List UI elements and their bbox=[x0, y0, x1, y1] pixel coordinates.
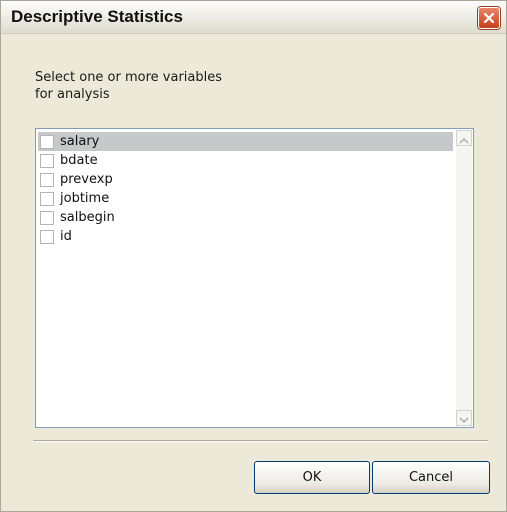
vertical-scrollbar[interactable] bbox=[456, 130, 472, 426]
close-button[interactable] bbox=[478, 7, 500, 29]
checkbox[interactable] bbox=[40, 134, 54, 149]
list-item-salbegin[interactable]: salbegin bbox=[38, 208, 453, 227]
checkbox[interactable] bbox=[40, 210, 54, 225]
checkbox[interactable] bbox=[40, 191, 54, 206]
variable-label: jobtime bbox=[60, 191, 110, 206]
variable-label: prevexp bbox=[60, 172, 113, 187]
scroll-up-button[interactable] bbox=[456, 130, 472, 146]
variable-label: salbegin bbox=[60, 210, 115, 225]
variables-listbox[interactable]: salary bdate prevexp jobtime salbegin id bbox=[35, 128, 474, 428]
variable-label: bdate bbox=[60, 153, 98, 168]
checkbox[interactable] bbox=[40, 172, 54, 187]
dialog-title: Descriptive Statistics bbox=[11, 7, 183, 26]
checkbox[interactable] bbox=[40, 229, 54, 244]
cancel-button[interactable]: Cancel bbox=[372, 461, 490, 494]
list-item-prevexp[interactable]: prevexp bbox=[38, 170, 453, 189]
descriptive-statistics-dialog: Descriptive Statistics Select one or mor… bbox=[0, 0, 507, 512]
title-bar[interactable]: Descriptive Statistics bbox=[1, 1, 506, 34]
variable-label: id bbox=[60, 229, 72, 244]
list-item-salary[interactable]: salary bbox=[38, 132, 453, 151]
instruction-text: Select one or more variables for analysi… bbox=[35, 69, 335, 103]
instruction-line-2: for analysis bbox=[35, 87, 110, 102]
list-item-jobtime[interactable]: jobtime bbox=[38, 189, 453, 208]
scroll-up-arrow-icon bbox=[459, 129, 469, 148]
variables-list: salary bdate prevexp jobtime salbegin id bbox=[38, 132, 453, 246]
variable-label: salary bbox=[60, 134, 100, 149]
ok-button[interactable]: OK bbox=[254, 461, 370, 494]
scroll-down-arrow-icon bbox=[459, 409, 469, 428]
scroll-down-button[interactable] bbox=[456, 410, 472, 426]
list-item-bdate[interactable]: bdate bbox=[38, 151, 453, 170]
list-item-id[interactable]: id bbox=[38, 227, 453, 246]
close-icon bbox=[484, 13, 494, 23]
separator-line bbox=[33, 440, 488, 442]
checkbox[interactable] bbox=[40, 153, 54, 168]
instruction-line-1: Select one or more variables bbox=[35, 70, 223, 85]
